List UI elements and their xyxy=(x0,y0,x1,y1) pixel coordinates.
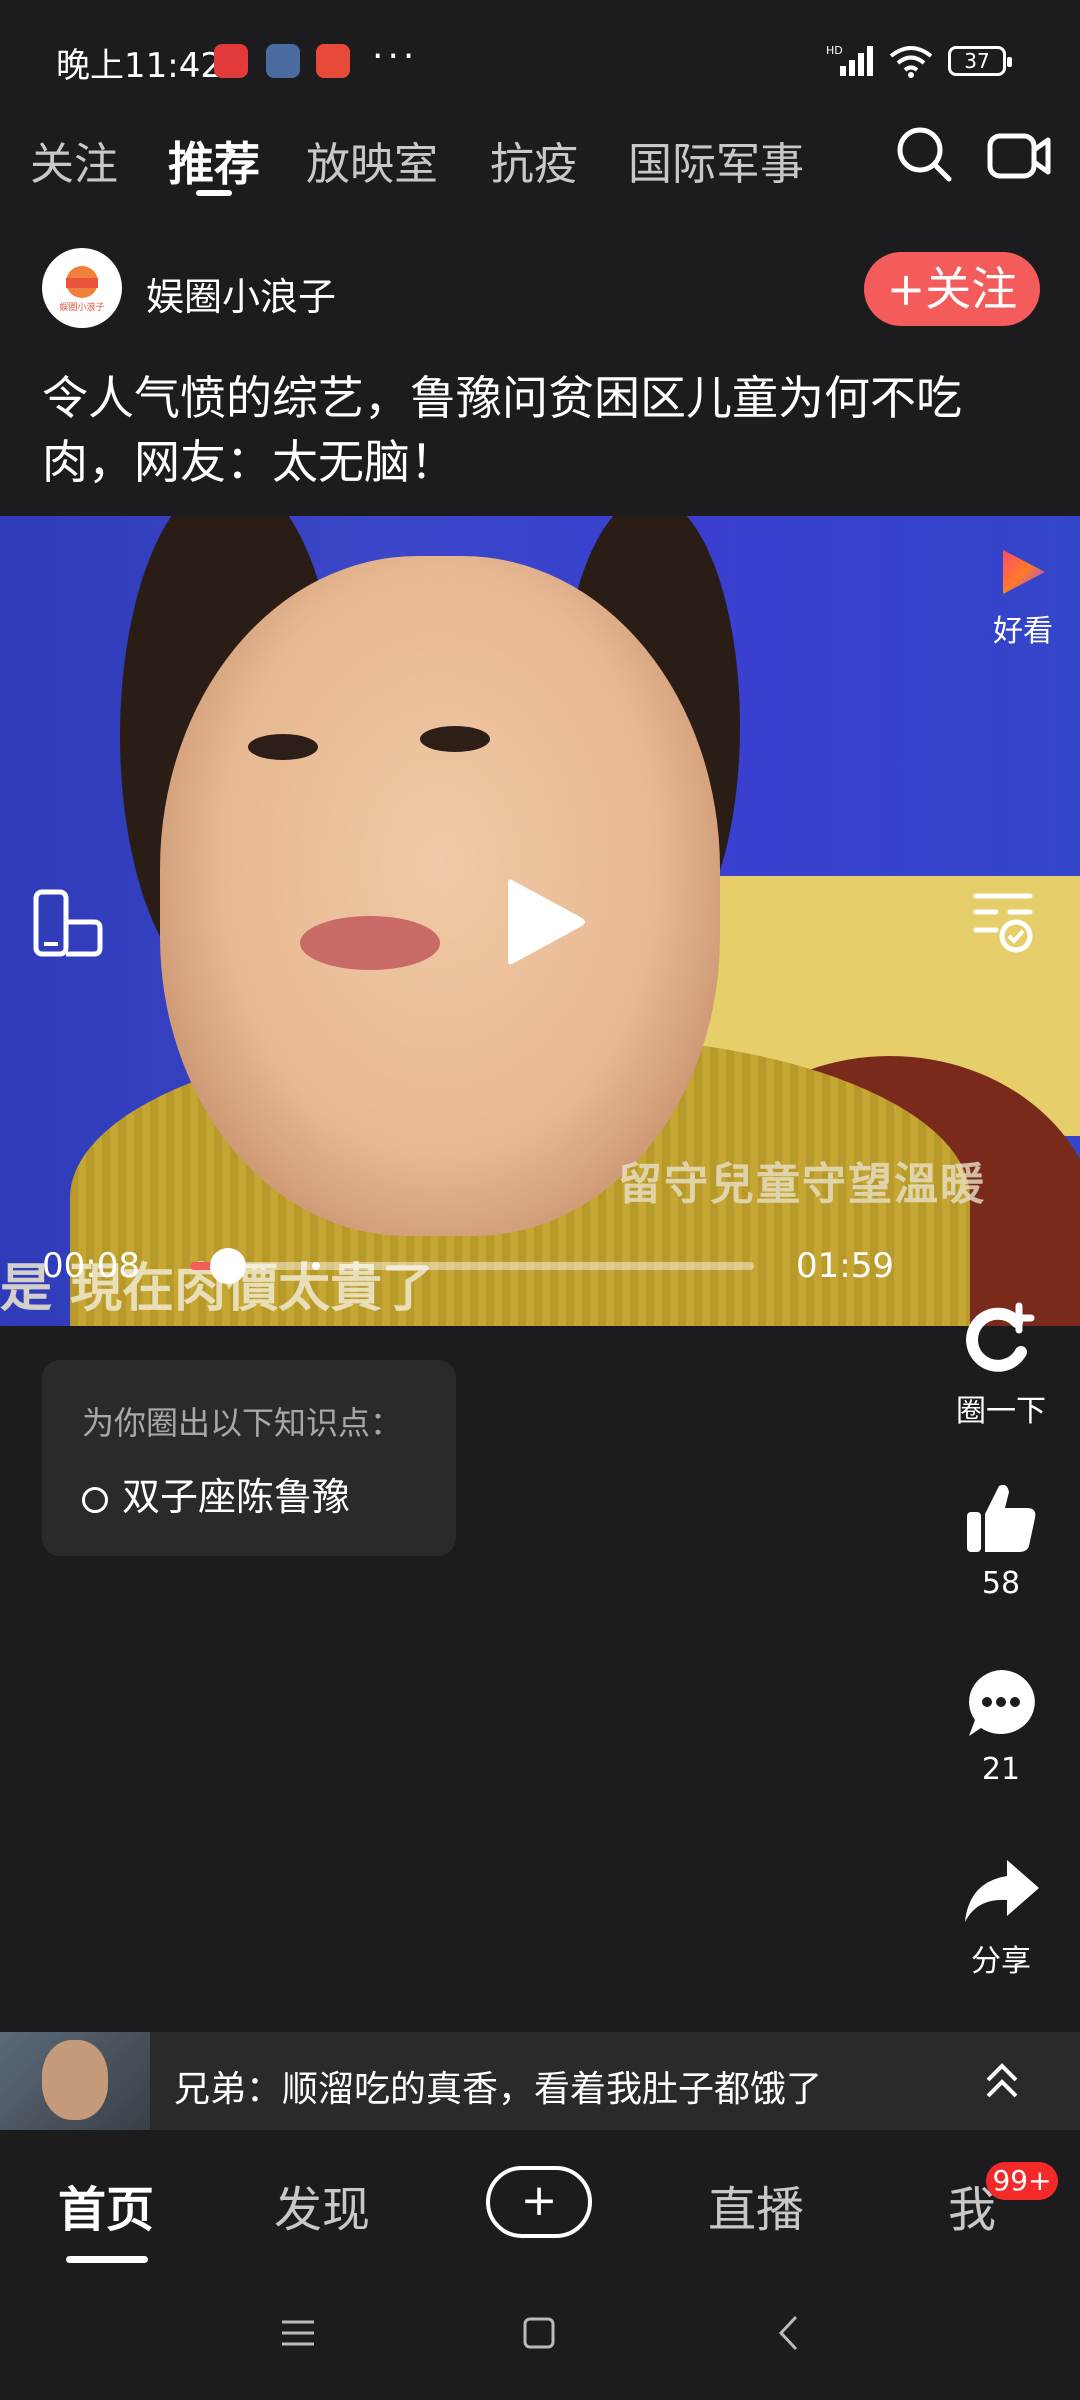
circle-action-label: 圈一下 xyxy=(956,1394,1046,1429)
bottom-nav: 首页 发现 + 直播 我 99+ xyxy=(0,2140,1080,2270)
top-tab-bar: 关注 推荐 放映室 抗疫 国际军事 xyxy=(0,118,1080,198)
nav-live[interactable]: 直播 xyxy=(708,2170,804,2240)
system-nav-bar xyxy=(0,2280,1080,2400)
current-time: 00:08 xyxy=(42,1246,140,1286)
expand-up-icon[interactable] xyxy=(980,2056,1024,2106)
play-icon[interactable] xyxy=(502,872,588,972)
comment-icon xyxy=(969,1670,1035,1736)
knowledge-title: 为你圈出以下知识点： xyxy=(82,1404,403,1442)
circle-action-button[interactable]: 圈一下 xyxy=(936,1300,1066,1430)
post-title[interactable]: 令人气愤的综艺，鲁豫问贫困区儿童为何不吃肉，网友：太无脑！ xyxy=(42,366,1042,494)
tab-international-military[interactable]: 国际军事 xyxy=(628,128,804,192)
share-label: 分享 xyxy=(971,1944,1031,1979)
avatar-logo: 娱圈小浪子 xyxy=(59,266,105,313)
menu-icon[interactable] xyxy=(280,2318,316,2348)
network-label: HD xyxy=(826,44,843,57)
comment-button[interactable]: 21 xyxy=(936,1666,1066,1787)
total-time: 01:59 xyxy=(796,1246,894,1286)
thumbs-up-icon xyxy=(967,1484,1036,1552)
related-video-title: 兄弟：顺溜吃的真香，看着我肚子都饿了 xyxy=(174,2069,823,2110)
tab-screening-room[interactable]: 放映室 xyxy=(306,128,438,192)
follow-button[interactable]: +关注 xyxy=(864,252,1040,326)
video-frame-eye-right xyxy=(420,726,490,752)
progress-track[interactable] xyxy=(190,1262,754,1270)
nav-home[interactable]: 首页 xyxy=(58,2170,154,2240)
tab-following[interactable]: 关注 xyxy=(30,128,118,192)
knowledge-item-label: 双子座陈鲁豫 xyxy=(122,1475,351,1519)
video-frame-eye-left xyxy=(248,734,318,760)
notification-badge: 99+ xyxy=(986,2162,1058,2200)
back-icon[interactable] xyxy=(776,2314,800,2352)
like-button[interactable]: 58 xyxy=(936,1480,1066,1601)
like-count: 58 xyxy=(981,1566,1021,1601)
circle-bullet-icon xyxy=(82,1486,108,1513)
haokan-brand: 好看 xyxy=(988,544,1058,649)
playback-settings-icon[interactable] xyxy=(970,888,1036,954)
video-frame-face xyxy=(160,556,720,1236)
rotate-screen-icon[interactable] xyxy=(32,888,104,958)
author-name[interactable]: 娱圈小浪子 xyxy=(146,266,336,321)
progress-handle[interactable] xyxy=(210,1248,246,1284)
search-icon[interactable] xyxy=(894,124,954,184)
notification-app-icon xyxy=(214,44,248,78)
more-notifications-icon: ··· xyxy=(372,36,419,77)
settings-notification-icon xyxy=(266,44,300,78)
related-thumbnail-figure xyxy=(42,2040,108,2120)
video-camera-icon[interactable] xyxy=(986,126,1052,186)
related-video-bar[interactable]: 兄弟：顺溜吃的真香，看着我肚子都饿了 xyxy=(0,2032,1080,2130)
avatar-logo-text: 娱圈小浪子 xyxy=(59,301,104,313)
status-bar: 晚上11:42 ··· HD 37 xyxy=(0,0,1080,100)
haokan-logo-icon xyxy=(1003,550,1045,594)
video-player[interactable]: 留守兒童守望溫暖 是 現在肉價太貴了 好看 00:08 01:59 xyxy=(0,516,1080,1326)
tab-anti-epidemic[interactable]: 抗疫 xyxy=(490,128,578,192)
publish-button[interactable]: + xyxy=(486,2166,592,2238)
video-frame-lips xyxy=(300,916,440,970)
share-button[interactable]: 分享 xyxy=(936,1856,1066,1980)
share-arrow-icon xyxy=(965,1860,1039,1922)
haokan-label: 好看 xyxy=(993,614,1053,649)
avatar[interactable]: 娱圈小浪子 xyxy=(42,248,122,328)
home-icon[interactable] xyxy=(522,2316,556,2350)
status-time: 晚上11:42 xyxy=(56,46,222,86)
video-overlay-caption: 留守兒童守望溫暖 xyxy=(618,1159,986,1210)
signal-icon: HD xyxy=(826,44,873,76)
wifi-icon xyxy=(889,46,933,78)
comment-count: 21 xyxy=(981,1752,1021,1787)
nav-discover[interactable]: 发现 xyxy=(274,2170,370,2240)
circle-plus-icon xyxy=(966,1302,1035,1372)
progress-marker xyxy=(312,1262,320,1270)
related-thumbnail xyxy=(0,2032,150,2130)
nav-active-indicator xyxy=(66,2256,148,2263)
knowledge-card: 为你圈出以下知识点： 双子座陈鲁豫 xyxy=(42,1360,456,1556)
knowledge-item[interactable]: 双子座陈鲁豫 xyxy=(82,1466,350,1521)
active-tab-indicator xyxy=(196,190,232,196)
notification-app-icon-2 xyxy=(316,44,350,78)
tab-recommended[interactable]: 推荐 xyxy=(168,128,260,194)
battery-indicator: 37 xyxy=(948,46,1012,76)
